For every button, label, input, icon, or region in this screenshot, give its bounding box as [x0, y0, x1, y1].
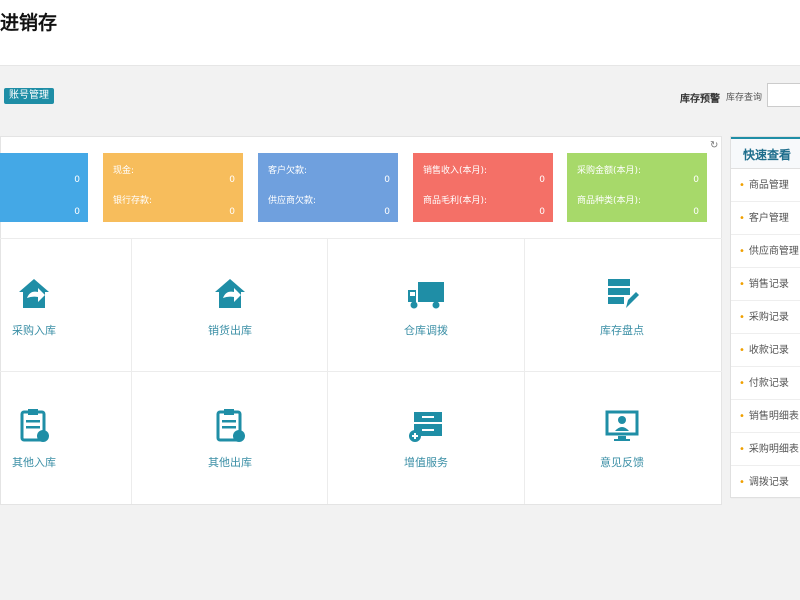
tile-label: 仓库调拨: [404, 324, 448, 337]
grid-divider: [0, 238, 722, 239]
stock-query-link[interactable]: 库存查询: [726, 90, 762, 103]
bullet-icon: •: [739, 378, 745, 389]
bullet-icon: •: [739, 312, 745, 323]
card-value: 0: [74, 175, 80, 185]
quick-item-receipt-records[interactable]: • 收款记录: [731, 334, 800, 367]
card-label: 供应商欠款:: [268, 196, 317, 206]
bullet-icon: •: [739, 279, 745, 290]
house-arrow-icon: [19, 279, 49, 308]
quick-item-sales-details[interactable]: • 销售明细表: [731, 400, 800, 433]
header: 进销存: [0, 0, 800, 66]
clipboard-in-icon: [20, 409, 49, 442]
quick-item-sales-records[interactable]: • 销售记录: [731, 268, 800, 301]
quick-view-panel: 快速查看 • 商品管理 • 客户管理 • 供应商管理 • 销售记录 • 采购记录 • 收款记…: [730, 136, 800, 499]
quick-item-purchase-records[interactable]: • 采购记录: [731, 301, 800, 334]
card-value: 0: [229, 207, 235, 217]
bullet-icon: •: [739, 345, 745, 356]
card-value: 0: [229, 175, 235, 185]
grid-divider: [524, 238, 525, 504]
quick-item-label: 收款记录: [748, 345, 789, 356]
clipboard-out-icon: [216, 409, 245, 442]
toolbar: 账号管理 库存预警 库存查询: [0, 66, 800, 122]
tile-label: 销货出库: [208, 324, 252, 337]
quick-item-customers[interactable]: • 客户管理: [731, 202, 800, 235]
card-label: 现金:: [113, 166, 135, 176]
stock-warning-link[interactable]: 库存预警: [680, 90, 720, 105]
tile-other-out[interactable]: 其他出库: [170, 408, 290, 470]
quick-item-payment-records[interactable]: • 付款记录: [731, 367, 800, 400]
tile-label: 库存盘点: [600, 324, 644, 337]
quick-item-label: 调拨记录: [748, 477, 789, 488]
card-label: 商品种类(本月):: [577, 196, 642, 206]
monitor-user-icon: [605, 410, 639, 441]
quick-item-label: 采购明细表: [748, 444, 799, 455]
quick-item-label: 商品管理: [748, 180, 789, 191]
bullet-icon: •: [739, 411, 745, 422]
tile-label: 采购入库: [12, 324, 56, 337]
quick-item-label: 供应商管理: [748, 246, 799, 257]
bullet-icon: •: [739, 246, 745, 257]
tile-other-in[interactable]: 其他入库: [0, 408, 94, 470]
card-value: 0: [693, 207, 699, 217]
truck-icon: [408, 282, 444, 309]
refresh-icon[interactable]: ↻: [710, 140, 718, 151]
tile-purchase-in[interactable]: 采购入库: [0, 276, 94, 338]
quick-item-suppliers[interactable]: • 供应商管理: [731, 235, 800, 268]
quick-item-label: 付款记录: [748, 378, 789, 389]
tile-feedback[interactable]: 意见反馈: [562, 408, 682, 470]
grid-divider: [131, 238, 132, 504]
tile-label: 意见反馈: [600, 456, 644, 469]
stat-card-cash: 现金: 0 银行存款: 0: [103, 153, 243, 222]
quick-view-title: 快速查看: [731, 137, 800, 169]
card-value: 0: [693, 175, 699, 185]
tile-sales-out[interactable]: 销货出库: [170, 276, 290, 338]
stat-card-sales: 销售收入(本月): 0 商品毛利(本月): 0: [413, 153, 553, 222]
tile-label: 其他出库: [208, 456, 252, 469]
quick-item-label: 采购记录: [748, 312, 789, 323]
tile-label: 增值服务: [404, 456, 448, 469]
card-value: 0: [74, 207, 80, 217]
card-label: 销售收入(本月):: [423, 166, 488, 176]
bullet-icon: •: [739, 180, 745, 191]
tile-value-added-service[interactable]: 增值服务: [366, 408, 486, 470]
stat-card-1: 0 0: [0, 153, 88, 222]
bullet-icon: •: [739, 477, 745, 488]
tile-label: 其他入库: [12, 456, 56, 469]
stock-query-input[interactable]: [767, 83, 800, 107]
card-label: 客户欠款:: [268, 166, 308, 176]
grid-divider: [327, 238, 328, 504]
card-value: 0: [539, 175, 545, 185]
quick-item-label: 销售记录: [748, 279, 789, 290]
card-label: 采购金额(本月):: [577, 166, 642, 176]
tile-warehouse-transfer[interactable]: 仓库调拨: [366, 276, 486, 338]
bullet-icon: •: [739, 444, 745, 455]
card-label: 商品毛利(本月):: [423, 196, 488, 206]
cabinet-plus-icon: [409, 412, 442, 442]
card-label: 银行存款:: [113, 196, 153, 206]
card-value: 0: [539, 207, 545, 217]
grid-divider: [0, 371, 722, 372]
account-management-button[interactable]: 账号管理: [4, 88, 54, 104]
bullet-icon: •: [739, 213, 745, 224]
list-pen-icon: [608, 279, 639, 308]
tile-inventory-check[interactable]: 库存盘点: [562, 276, 682, 338]
stat-card-debt: 客户欠款: 0 供应商欠款: 0: [258, 153, 398, 222]
card-value: 0: [384, 175, 390, 185]
quick-item-label: 销售明细表: [748, 411, 799, 422]
stat-card-purchase: 采购金额(本月): 0 商品种类(本月): 0: [567, 153, 707, 222]
page-title: 进销存: [0, 12, 58, 34]
quick-item-purchase-details[interactable]: • 采购明细表: [731, 433, 800, 466]
quick-item-products[interactable]: • 商品管理: [731, 169, 800, 202]
quick-item-label: 客户管理: [748, 213, 789, 224]
house-arrow-icon: [215, 279, 245, 308]
card-value: 0: [384, 207, 390, 217]
quick-item-transfer-records[interactable]: • 调拨记录: [731, 466, 800, 499]
